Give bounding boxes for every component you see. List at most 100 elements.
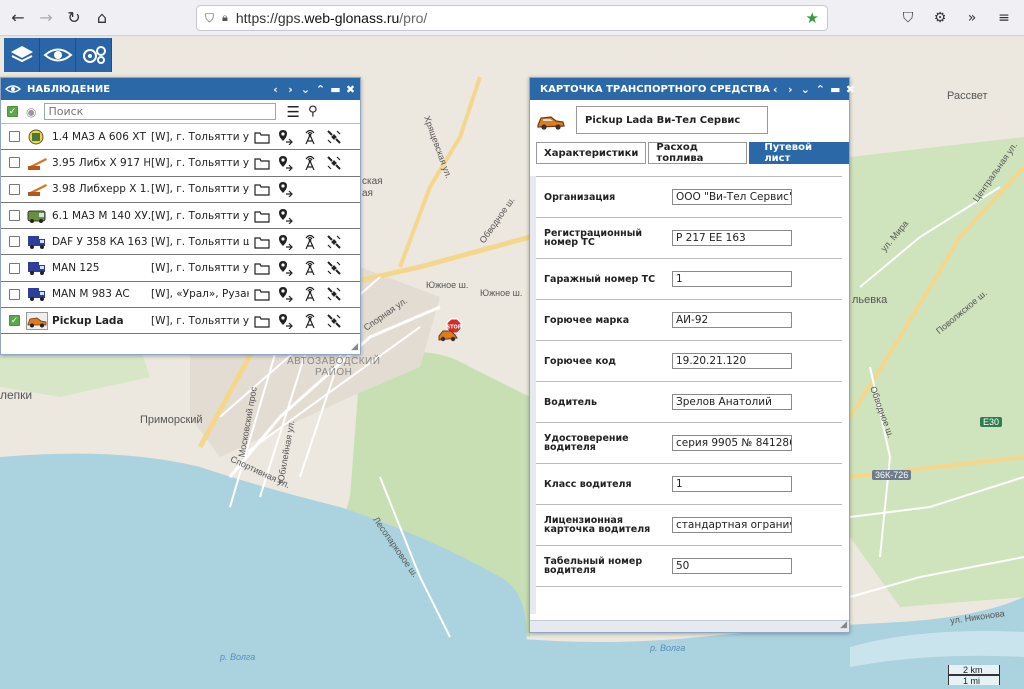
antenna-icon[interactable] bbox=[299, 232, 321, 252]
chevron-right-icon[interactable]: › bbox=[285, 84, 296, 95]
vehicle-checkbox[interactable] bbox=[9, 288, 20, 300]
location-track-icon[interactable] bbox=[275, 153, 297, 173]
field-value-input[interactable]: 19.20.21.120 bbox=[672, 353, 792, 369]
chevron-down-icon[interactable]: ⌄ bbox=[800, 84, 811, 95]
satellite-icon[interactable] bbox=[323, 311, 345, 331]
extensions-icon[interactable]: ⚙ bbox=[928, 4, 952, 32]
observation-panel-header[interactable]: НАБЛЮДЕНИЕ ‹ › ⌄ ⌃ ▬ ✖ bbox=[1, 78, 360, 100]
antenna-icon[interactable] bbox=[299, 258, 321, 278]
vehicle-row[interactable]: 3.98 Либхерр Х 1... [W], г. Тольятти у... bbox=[1, 177, 360, 203]
satellite-icon[interactable] bbox=[323, 153, 345, 173]
folder-icon[interactable] bbox=[251, 284, 273, 304]
vehicle-checkbox[interactable]: ✓ bbox=[9, 315, 20, 327]
vehicle-row[interactable]: DAF У 358 КА 163[W], г. Тольятти ш... bbox=[1, 229, 360, 256]
card-tab[interactable]: Путевой лист bbox=[749, 142, 849, 164]
location-track-icon[interactable] bbox=[275, 179, 297, 199]
field-value-input[interactable]: Зрелов Анатолий bbox=[672, 394, 792, 410]
vehicle-row[interactable]: 6.1 МАЗ М 140 ХУ... [W], г. Тольятти у... bbox=[1, 203, 360, 230]
antenna-icon[interactable] bbox=[299, 153, 321, 173]
resize-handle-icon[interactable]: ◢ bbox=[351, 342, 358, 352]
pickup-icon bbox=[537, 116, 565, 130]
vehicle-name: DAF У 358 КА 163 bbox=[52, 235, 148, 248]
chevron-up-icon[interactable]: ⌃ bbox=[315, 84, 326, 95]
observation-panel-title: НАБЛЮДЕНИЕ bbox=[27, 83, 111, 95]
folder-icon[interactable] bbox=[251, 232, 273, 252]
back-button[interactable]: ← bbox=[4, 4, 32, 32]
card-tab[interactable]: Характеристики bbox=[536, 142, 647, 164]
minimize-icon[interactable]: ▬ bbox=[830, 84, 841, 95]
antenna-icon[interactable] bbox=[299, 311, 321, 331]
pocket-icon[interactable]: ⛉ bbox=[896, 4, 920, 32]
vehicle-name-field: Pickup Lada Ви-Тел Сервис bbox=[576, 106, 768, 134]
field-value-input[interactable]: 1 bbox=[672, 271, 792, 287]
settings-button[interactable] bbox=[76, 38, 112, 72]
vehicle-row[interactable]: MAN М 983 АС [W], «Урал», Рузан... bbox=[1, 282, 360, 309]
minimize-icon[interactable]: ▬ bbox=[330, 84, 341, 95]
chevron-left-icon[interactable]: ‹ bbox=[770, 84, 781, 95]
chevron-down-icon[interactable]: ⌄ bbox=[300, 84, 311, 95]
select-all-checkbox[interactable]: ✓ bbox=[7, 106, 18, 117]
forward-button[interactable]: → bbox=[32, 4, 60, 32]
address-bar[interactable]: ⛉ 🔒︎ https://gps.web-glonass.ru/pro/ ★ bbox=[196, 5, 828, 31]
field-value-input[interactable]: 1 bbox=[672, 476, 792, 492]
vehicle-checkbox[interactable] bbox=[9, 262, 20, 274]
folder-icon[interactable] bbox=[251, 206, 273, 226]
vehicle-map-marker[interactable]: STOP bbox=[437, 318, 467, 345]
vehicle-card-header[interactable]: КАРТОЧКА ТРАНСПОРТНОГО СРЕДСТВА ‹ › ⌄ ⌃ … bbox=[530, 78, 855, 100]
folder-icon[interactable] bbox=[251, 153, 273, 173]
home-icon[interactable]: ⌂ bbox=[88, 4, 116, 32]
field-label: Организация bbox=[544, 191, 616, 203]
list-view-icon[interactable]: ☰ bbox=[286, 103, 299, 121]
vehicle-row[interactable]: MAN 125 [W], г. Тольятти у... bbox=[1, 255, 360, 282]
vehicle-checkbox[interactable] bbox=[9, 131, 20, 143]
lock-icon[interactable]: 🔒︎ bbox=[222, 11, 228, 25]
layers-button[interactable] bbox=[4, 38, 40, 72]
chevron-up-icon[interactable]: ⌃ bbox=[815, 84, 826, 95]
card-tab[interactable]: Расход топлива bbox=[648, 142, 748, 164]
satellite-icon[interactable] bbox=[323, 284, 345, 304]
location-track-icon[interactable] bbox=[275, 232, 297, 252]
chevron-left-icon[interactable]: ‹ bbox=[270, 84, 281, 95]
antenna-icon[interactable] bbox=[299, 284, 321, 304]
overflow-chevrons-icon[interactable]: » bbox=[960, 4, 984, 32]
location-track-icon[interactable] bbox=[275, 311, 297, 331]
vehicle-checkbox[interactable] bbox=[9, 183, 20, 195]
resize-handle-icon[interactable]: ◢ bbox=[840, 620, 847, 630]
bookmark-star-icon[interactable]: ★ bbox=[806, 9, 819, 27]
close-icon[interactable]: ✖ bbox=[845, 84, 856, 95]
folder-icon[interactable] bbox=[251, 258, 273, 278]
observation-button[interactable] bbox=[40, 38, 76, 72]
vehicle-checkbox[interactable] bbox=[9, 236, 20, 248]
location-track-icon[interactable] bbox=[275, 127, 297, 147]
menu-icon[interactable]: ≡ bbox=[992, 4, 1016, 32]
satellite-icon[interactable] bbox=[323, 232, 345, 252]
vehicle-checkbox[interactable] bbox=[9, 210, 20, 222]
search-input[interactable] bbox=[44, 103, 277, 120]
vehicle-row[interactable]: 1.4 МАЗ А 606 ХТ ... [W], г. Тольятти у..… bbox=[1, 124, 360, 151]
vehicle-checkbox[interactable] bbox=[9, 157, 20, 169]
chevron-right-icon[interactable]: › bbox=[785, 84, 796, 95]
close-icon[interactable]: ✖ bbox=[345, 84, 356, 95]
eye-filter-icon[interactable]: ◉ bbox=[26, 105, 36, 119]
reload-button[interactable]: ↻ bbox=[60, 4, 88, 32]
field-value-input[interactable]: серия 9905 № 841286 bbox=[672, 435, 792, 451]
folder-icon[interactable] bbox=[251, 127, 273, 147]
satellite-icon[interactable] bbox=[323, 127, 345, 147]
vehicle-row[interactable]: ✓ Pickup Lada [W], г. Тольятти у... bbox=[1, 308, 360, 335]
folder-icon[interactable] bbox=[251, 179, 273, 199]
field-value-input[interactable]: стандартная ограничен bbox=[672, 517, 792, 533]
field-value-input[interactable]: АИ-92 bbox=[672, 312, 792, 328]
location-track-icon[interactable] bbox=[275, 258, 297, 278]
shield-icon[interactable]: ⛉ bbox=[205, 11, 214, 26]
satellite-icon[interactable] bbox=[323, 258, 345, 278]
location-track-icon[interactable] bbox=[275, 206, 297, 226]
vehicle-row[interactable]: 3.95 Либх Х 917 Н...[W], г. Тольятти у..… bbox=[1, 150, 360, 177]
field-value-input[interactable]: Р 217 ЕЕ 163 bbox=[672, 230, 792, 246]
field-value-input[interactable]: ООО "Ви-Тел Сервис" bbox=[672, 189, 792, 205]
folder-icon[interactable] bbox=[251, 311, 273, 331]
field-value-input[interactable]: 50 bbox=[672, 558, 792, 574]
geo-route-icon[interactable]: ⚲ bbox=[308, 104, 318, 119]
location-track-icon[interactable] bbox=[275, 284, 297, 304]
vehicle-location: [W], г. Тольятти у... bbox=[151, 130, 249, 143]
antenna-icon[interactable] bbox=[299, 127, 321, 147]
